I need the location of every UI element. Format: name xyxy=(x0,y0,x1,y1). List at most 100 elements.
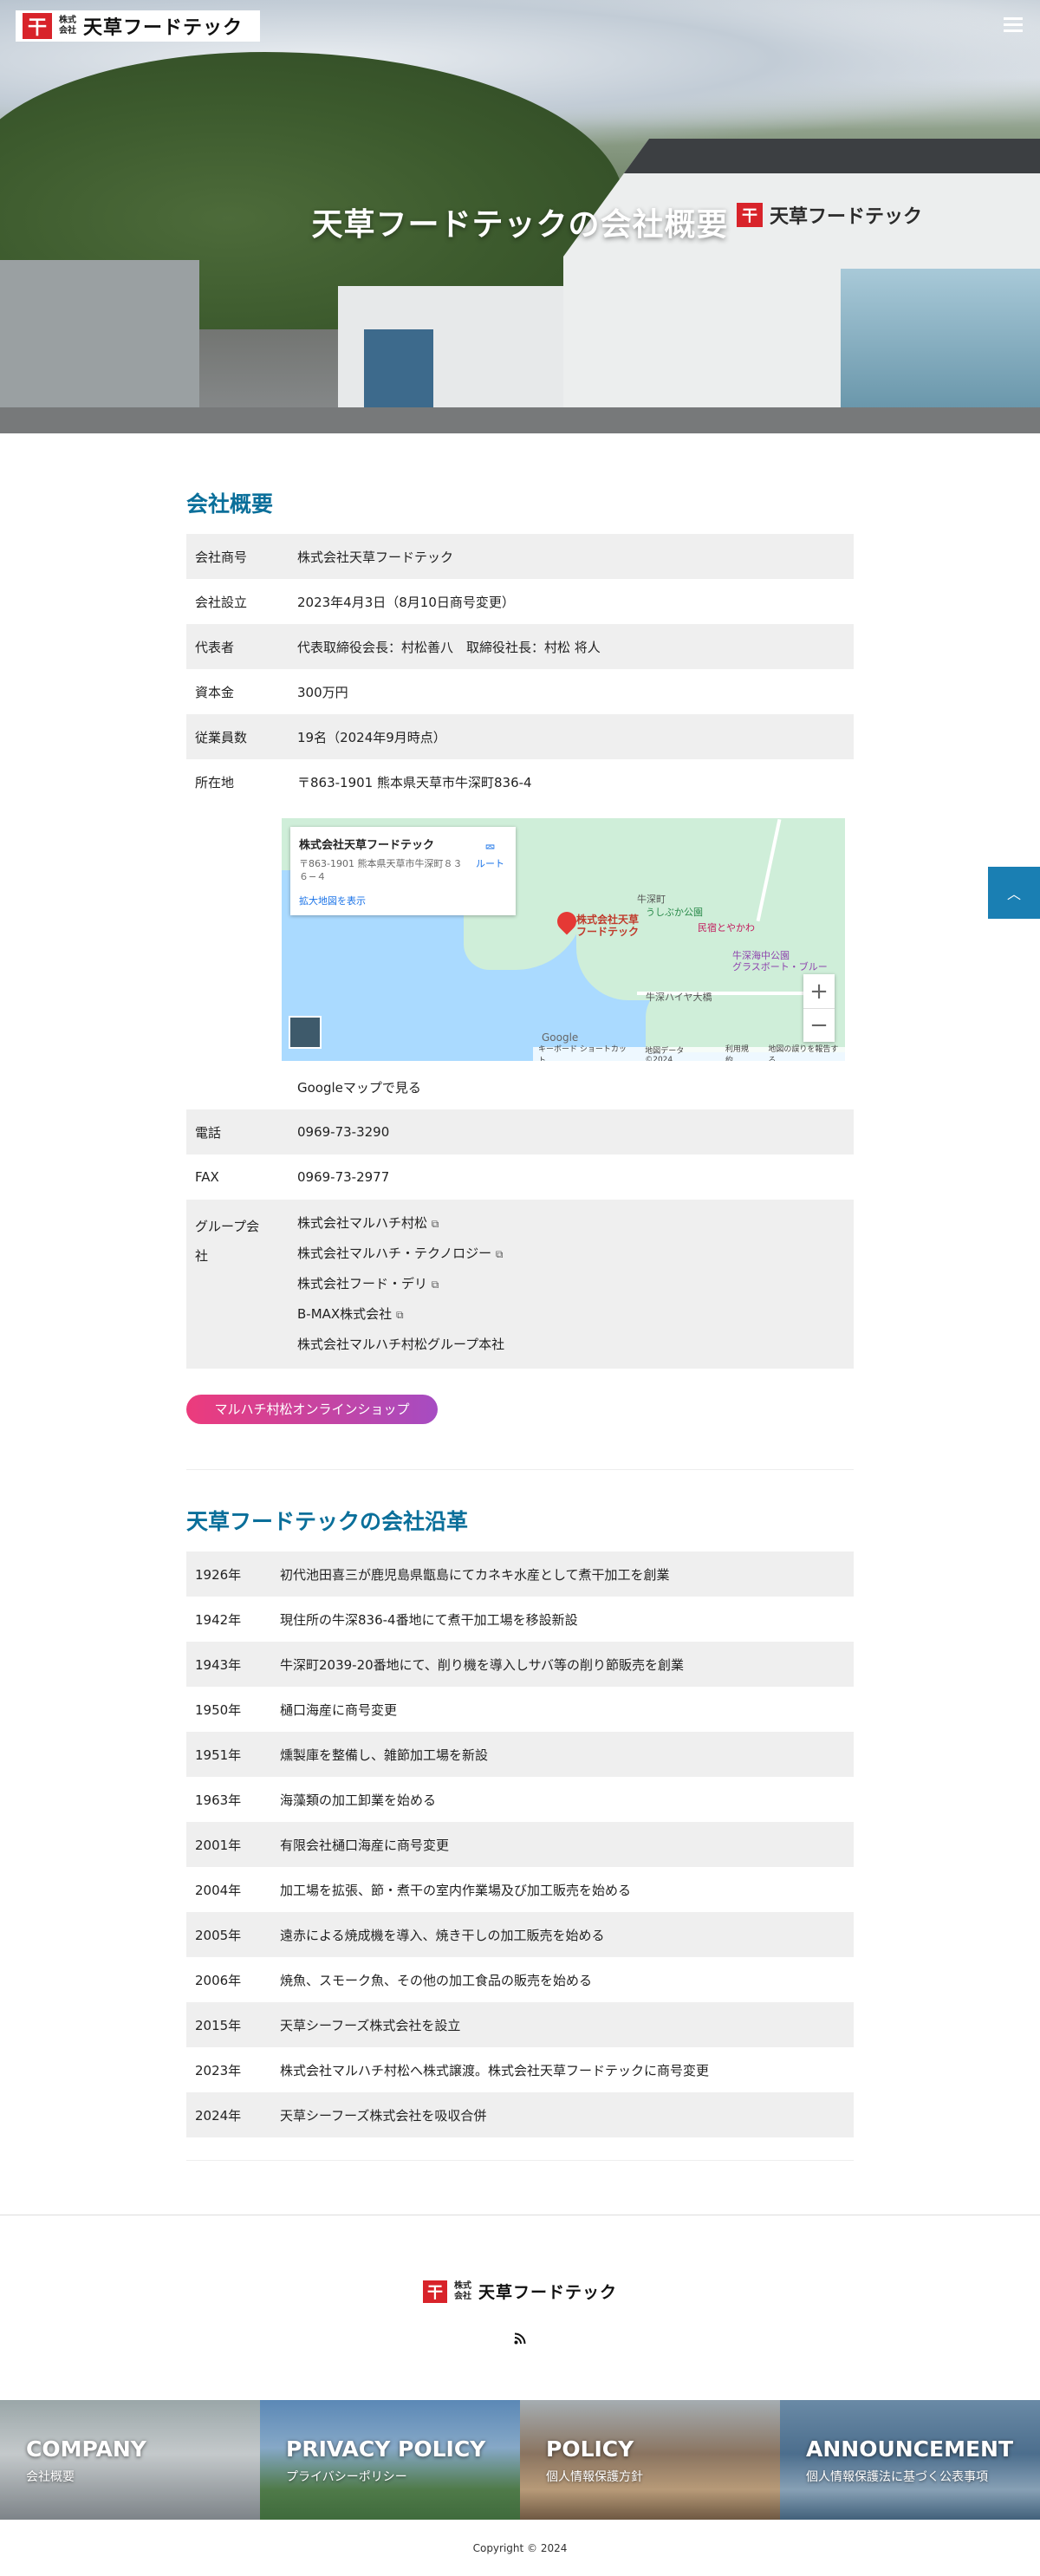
hero-building-right: 干 天草フードテック xyxy=(563,139,1040,433)
scroll-to-top-button[interactable]: ︿ xyxy=(988,867,1040,919)
tile-title: POLICY xyxy=(546,2436,634,2462)
footer-logo-name: 天草フードテック xyxy=(478,2283,617,2302)
history-text: 株式会社マルハチ村松へ株式譲渡。株式会社天草フードテックに商号変更 xyxy=(280,2062,710,2078)
table-row: 2004年 加工場を拡張、節・煮干の室内作業場及び加工販売を始める xyxy=(186,1867,854,1912)
map-satellite-toggle[interactable] xyxy=(289,1016,322,1049)
hero-building-center xyxy=(338,286,563,416)
map-cell: 株式会社天草フードテック 〒863-1901 熊本県天草市牛深町８３６−４ 拡大… xyxy=(282,804,854,1064)
tile-title: COMPANY xyxy=(26,2436,146,2462)
map-label: 民宿とやかわ xyxy=(698,922,755,933)
online-shop-button[interactable]: マルハチ村松オンラインショップ xyxy=(186,1395,438,1424)
table-row: 1942年 現住所の牛深836-4番地にて煮干加工場を移設新設 xyxy=(186,1597,854,1642)
history-text: 遠赤による焼成機を導入、焼き干しの加工販売を始める xyxy=(280,1927,605,1943)
map-zoom-controls: + − xyxy=(803,974,835,1042)
map-label: 牛深ハイヤ大橋 xyxy=(646,992,712,1003)
tile-policy[interactable]: POLICY 個人情報保護方針 xyxy=(520,2400,780,2520)
tile-company[interactable]: COMPANY 会社概要 xyxy=(0,2400,260,2520)
row-label: 資本金 xyxy=(195,684,235,700)
row-label: 電話 xyxy=(195,1124,222,1141)
table-row: 2023年 株式会社マルハチ村松へ株式譲渡。株式会社天草フードテックに商号変更 xyxy=(186,2047,854,2092)
table-row: 1950年 樋口海産に商号変更 xyxy=(186,1687,854,1732)
history-year: 1950年 xyxy=(195,1701,242,1718)
table-row: 2024年 天草シーフーズ株式会社を吸収合併 xyxy=(186,2092,854,2137)
table-row: FAX 0969-73-2977 xyxy=(186,1155,854,1200)
copyright: Copyright © 2024 xyxy=(472,2542,568,2554)
map-footer: キーボード ショートカット 地図データ ©2024 利用規約 地図の誤りを報告す… xyxy=(533,1045,845,1061)
external-link-icon: ⧉ xyxy=(495,1248,504,1260)
table-row: 電話 0969-73-3290 xyxy=(186,1109,854,1155)
table-row-maplink: Googleマップで見る xyxy=(186,1064,854,1109)
logo-kabu-1: 株式 xyxy=(59,16,76,25)
footer-logo-mark-icon: 干 xyxy=(422,2280,447,2303)
history-text: 燻製庫を整備し、雑節加工場を新設 xyxy=(280,1747,489,1763)
site-footer: 干 株式 会社 天草フードテック COMPANY 会社概要 PRIVACY PO… xyxy=(0,2215,1040,2572)
tile-title: ANNOUNCEMENT xyxy=(806,2436,1014,2462)
history-year: 2024年 xyxy=(195,2107,242,2124)
tile-privacy-policy[interactable]: PRIVACY POLICY プライバシーポリシー xyxy=(260,2400,520,2520)
row-label: 従業員数 xyxy=(195,729,248,745)
hamburger-menu-icon[interactable] xyxy=(1002,17,1024,35)
map-enlarge-link[interactable]: 拡大地図を表示 xyxy=(299,894,507,907)
row-value: 19名（2024年9月時点） xyxy=(297,729,446,745)
history-table: 1926年 初代池田喜三が鹿児島県甑島にてカネキ水産として煮干加工を創業 1942… xyxy=(186,1551,854,2137)
rss-link[interactable] xyxy=(0,2332,1040,2348)
site-logo[interactable]: 干 株式 会社 天草フードテック xyxy=(16,10,260,42)
external-link-icon: ⧉ xyxy=(431,1278,439,1291)
table-row: 1951年 燻製庫を整備し、雑節加工場を新設 xyxy=(186,1732,854,1777)
group-item: 株式会社マルハチ村松グループ本社 xyxy=(297,1337,505,1352)
map-card-address: 〒863-1901 熊本県天草市牛深町８３６−４ xyxy=(299,858,463,882)
history-year: 1926年 xyxy=(195,1566,242,1583)
map-label: うしぶか公園 xyxy=(646,907,703,918)
row-label: 会社設立 xyxy=(195,594,248,610)
map-footer-report[interactable]: 地図の誤りを報告する xyxy=(768,1043,845,1061)
tile-subtitle: 個人情報保護法に基づく公表事項 xyxy=(806,2470,988,2484)
history-year: 2023年 xyxy=(195,2062,242,2078)
group-link[interactable]: 株式会社マルハチ村松 ⧉ xyxy=(297,1208,845,1239)
directions-icon: ⮹ xyxy=(484,839,496,855)
table-row: 代表者 代表取締役会長：村松善八 取締役社長：村松 将人 xyxy=(186,624,854,669)
table-row: 1926年 初代池田喜三が鹿児島県甑島にてカネキ水産として煮干加工を創業 xyxy=(186,1551,854,1597)
table-row: 2006年 焼魚、スモーク魚、その他の加工食品の販売を始める xyxy=(186,1957,854,2002)
table-row-group: グループ会社 株式会社マルハチ村松 ⧉ 株式会社マルハチ・テクノロジー ⧉ 株式… xyxy=(186,1200,854,1369)
page-title: 天草フードテックの会社概要 xyxy=(311,207,729,243)
row-value: 株式会社天草フードテック xyxy=(297,549,454,565)
zoom-out-button[interactable]: − xyxy=(803,1008,835,1042)
group-link[interactable]: 株式会社マルハチ・テクノロジー ⧉ xyxy=(297,1239,845,1269)
history-year: 2005年 xyxy=(195,1927,242,1943)
row-label: FAX xyxy=(195,1169,219,1185)
group-list: 株式会社マルハチ村松 ⧉ 株式会社マルハチ・テクノロジー ⧉ 株式会社フード・デ… xyxy=(289,1200,854,1369)
history-text: 焼魚、スモーク魚、その他の加工食品の販売を始める xyxy=(280,1972,593,1988)
map-footer-terms[interactable]: 利用規約 xyxy=(725,1043,756,1061)
history-text: 初代池田喜三が鹿児島県甑島にてカネキ水産として煮干加工を創業 xyxy=(280,1566,670,1583)
google-map-link[interactable]: Googleマップで見る xyxy=(289,1064,854,1109)
group-link[interactable]: B-MAX株式会社 ⧉ xyxy=(297,1299,845,1330)
table-row: 2005年 遠赤による焼成機を導入、焼き干しの加工販売を始める xyxy=(186,1912,854,1957)
google-map[interactable]: 株式会社天草フードテック 〒863-1901 熊本県天草市牛深町８３６−４ 拡大… xyxy=(282,818,845,1061)
map-label: 牛深町 xyxy=(637,894,666,905)
history-year: 1963年 xyxy=(195,1792,242,1808)
logo-name: 天草フードテック xyxy=(83,17,244,39)
map-label: グラスボート・ブルー xyxy=(732,961,828,973)
history-text: 海藻類の加工卸業を始める xyxy=(280,1792,437,1808)
map-footer-shortcuts[interactable]: キーボード ショートカット xyxy=(538,1043,633,1061)
footer-logo[interactable]: 干 株式 会社 天草フードテック xyxy=(0,2280,1040,2303)
map-pin-label: 株式会社天草 フードテック xyxy=(576,914,640,938)
history-text: 牛深町2039-20番地にて、削り機を導入しサバ等の削り節販売を創業 xyxy=(280,1656,685,1673)
zoom-in-button[interactable]: + xyxy=(803,974,835,1008)
fax-value: 0969-73-2977 xyxy=(297,1169,390,1185)
tile-subtitle: 会社概要 xyxy=(26,2470,75,2484)
history-year: 1951年 xyxy=(195,1747,242,1763)
map-route-button[interactable]: ⮹ ルート xyxy=(476,839,504,870)
table-row: 会社商号 株式会社天草フードテック xyxy=(186,534,854,579)
divider xyxy=(186,1469,854,1470)
tile-announcement[interactable]: ANNOUNCEMENT 個人情報保護法に基づく公表事項 xyxy=(780,2400,1040,2520)
history-year: 2001年 xyxy=(195,1837,242,1853)
group-link[interactable]: 株式会社フード・デリ ⧉ xyxy=(297,1269,845,1299)
history-year: 2006年 xyxy=(195,1972,242,1988)
history-text: 有限会社樋口海産に商号変更 xyxy=(280,1837,450,1853)
overview-table: 会社商号 株式会社天草フードテック 会社設立 2023年4月3日（8月10日商号… xyxy=(186,534,854,1369)
row-label: 代表者 xyxy=(195,639,235,655)
logo-kabushiki: 株式 会社 xyxy=(59,16,76,36)
rss-icon xyxy=(514,2332,526,2348)
google-logo: Google xyxy=(542,1031,579,1044)
